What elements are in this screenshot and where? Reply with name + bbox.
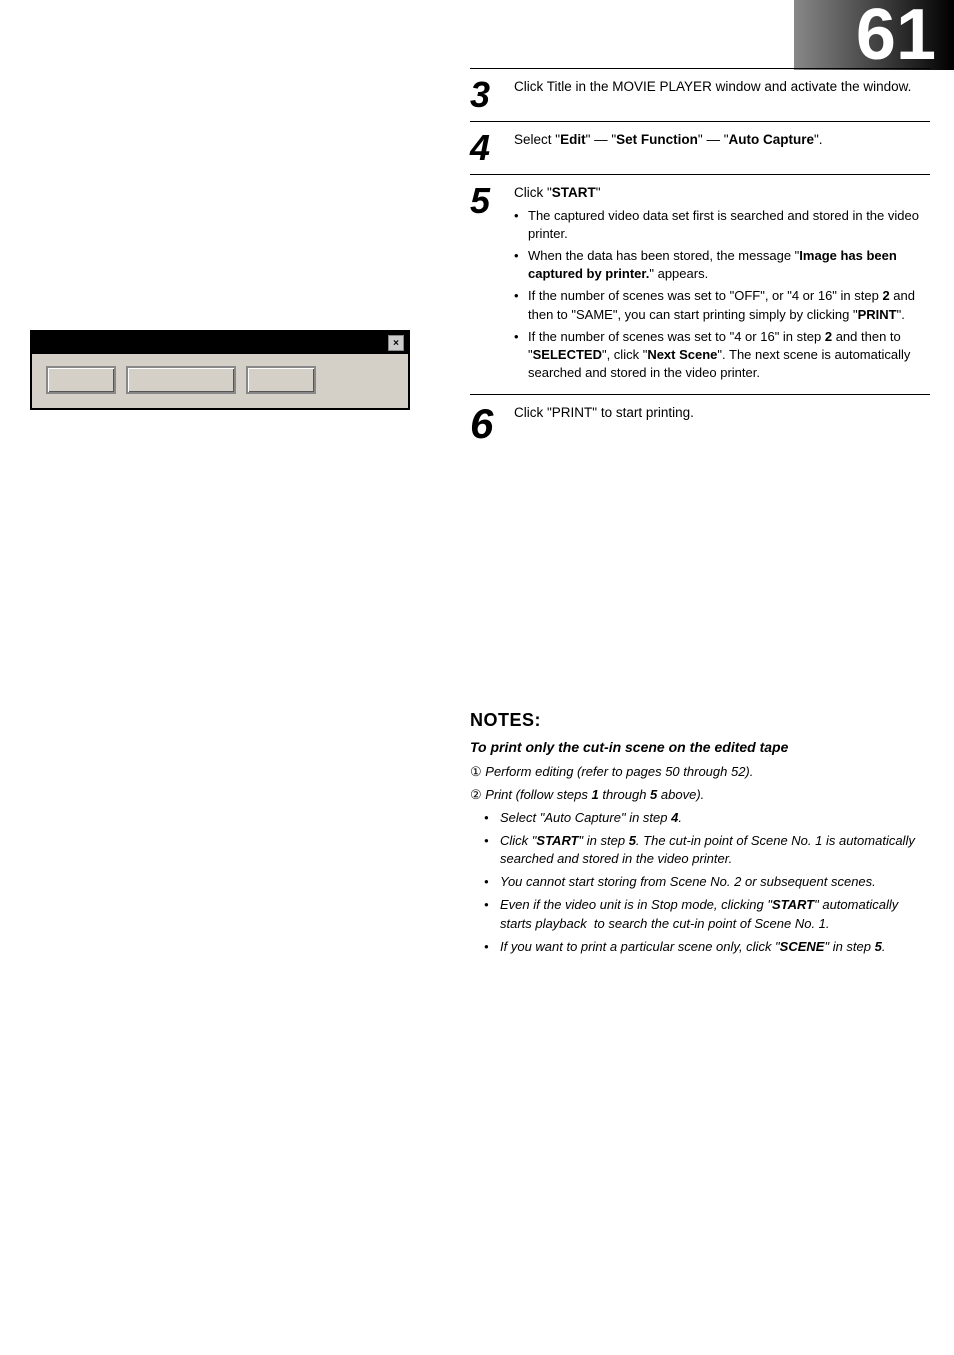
step-5: 5 Click "START" The captured video data … — [470, 174, 930, 394]
dialog-button-3[interactable] — [246, 366, 316, 394]
notes-list: ① Perform editing (refer to pages 50 thr… — [470, 763, 930, 956]
notes-title: NOTES: — [470, 710, 930, 731]
notes-item-2: ② Print (follow steps 1 through 5 above)… — [470, 786, 930, 956]
step-5-bullet-3: If the number of scenes was set to "OFF"… — [514, 287, 930, 323]
page-number-area: 61 — [794, 0, 954, 70]
left-panel: × — [30, 330, 460, 410]
notes-item-1: ① Perform editing (refer to pages 50 thr… — [470, 763, 930, 782]
notes-bullet-2: Click "START" in step 5. The cut-in poin… — [484, 832, 930, 868]
step-4-content: Select "Edit" — "Set Function" — "Auto C… — [514, 130, 930, 150]
step-5-bullet-2: When the data has been stored, the messa… — [514, 247, 930, 283]
notes-section: NOTES: To print only the cut-in scene on… — [470, 710, 930, 961]
notes-item-1-num: ① — [470, 764, 485, 779]
step-5-bullet-1: The captured video data set first is sea… — [514, 207, 930, 243]
step-3: 3 Click Title in the MOVIE PLAYER window… — [470, 68, 930, 121]
step-3-number: 3 — [470, 77, 514, 113]
notes-bullets: Select "Auto Capture" in step 4. Click "… — [470, 809, 930, 956]
notes-subtitle: To print only the cut-in scene on the ed… — [470, 739, 930, 755]
dialog-titlebar: × — [32, 332, 408, 354]
notes-bullet-1: Select "Auto Capture" in step 4. — [484, 809, 930, 827]
step-5-number: 5 — [470, 183, 514, 219]
notes-bullet-3: You cannot start storing from Scene No. … — [484, 873, 930, 891]
step-3-content: Click Title in the MOVIE PLAYER window a… — [514, 77, 930, 97]
dialog-button-1[interactable] — [46, 366, 116, 394]
step-4-number: 4 — [470, 130, 514, 166]
page-number: 61 — [856, 0, 936, 71]
dialog-body — [32, 354, 408, 408]
notes-bullet-5: If you want to print a particular scene … — [484, 938, 930, 956]
notes-bullet-4: Even if the video unit is in Stop mode, … — [484, 896, 930, 932]
dialog-close-icon[interactable]: × — [388, 335, 404, 351]
step-6-content: Click "PRINT" to start printing. — [514, 403, 930, 423]
dialog-button-2[interactable] — [126, 366, 236, 394]
step-6: 6 Click "PRINT" to start printing. — [470, 394, 930, 453]
step-5-bullet-4: If the number of scenes was set to "4 or… — [514, 328, 930, 383]
dialog-box: × — [30, 330, 410, 410]
notes-item-2-num: ② — [470, 787, 485, 802]
step-5-content: Click "START" The captured video data se… — [514, 183, 930, 386]
step-5-bullets: The captured video data set first is sea… — [514, 207, 930, 383]
right-panel: 3 Click Title in the MOVIE PLAYER window… — [470, 68, 930, 453]
step-6-number: 6 — [470, 403, 514, 445]
step-4: 4 Select "Edit" — "Set Function" — "Auto… — [470, 121, 930, 174]
